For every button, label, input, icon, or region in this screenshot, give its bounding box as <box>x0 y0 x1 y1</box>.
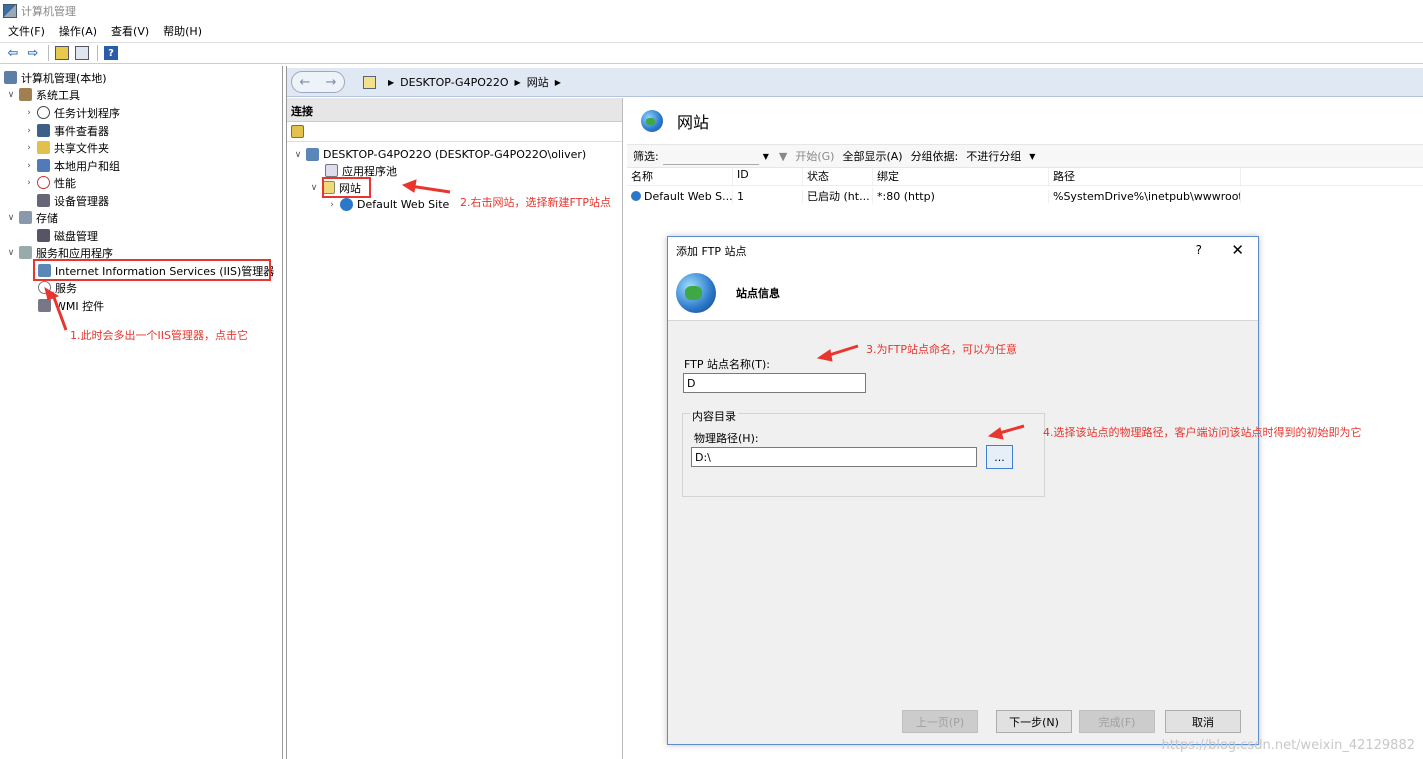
annotation-step-2: 2.右击网站，选择新建FTP站点 <box>460 196 611 209</box>
annotation-step-4: 4.选择该站点的物理路径，客户端访问该站点时得到的初始即为它 <box>1043 426 1362 439</box>
annotation-arrow-2 <box>409 184 451 194</box>
watermark: https://blog.csdn.net/weixin_42129882 <box>1161 738 1415 753</box>
annotation-arrow-1-head <box>44 286 60 301</box>
content-dir-label: 内容目录 <box>690 408 738 424</box>
annotation-arrow-4-head <box>987 427 1004 440</box>
annotation-step-3: 3.为FTP站点命名，可以为任意 <box>866 343 1017 356</box>
annotation-step-1: 1.此时会多出一个IIS管理器，点击它 <box>70 329 248 342</box>
annotation-arrow-3-head <box>816 349 833 362</box>
annotation-arrows <box>44 179 1025 440</box>
annotation-arrow-2-head <box>401 179 417 193</box>
